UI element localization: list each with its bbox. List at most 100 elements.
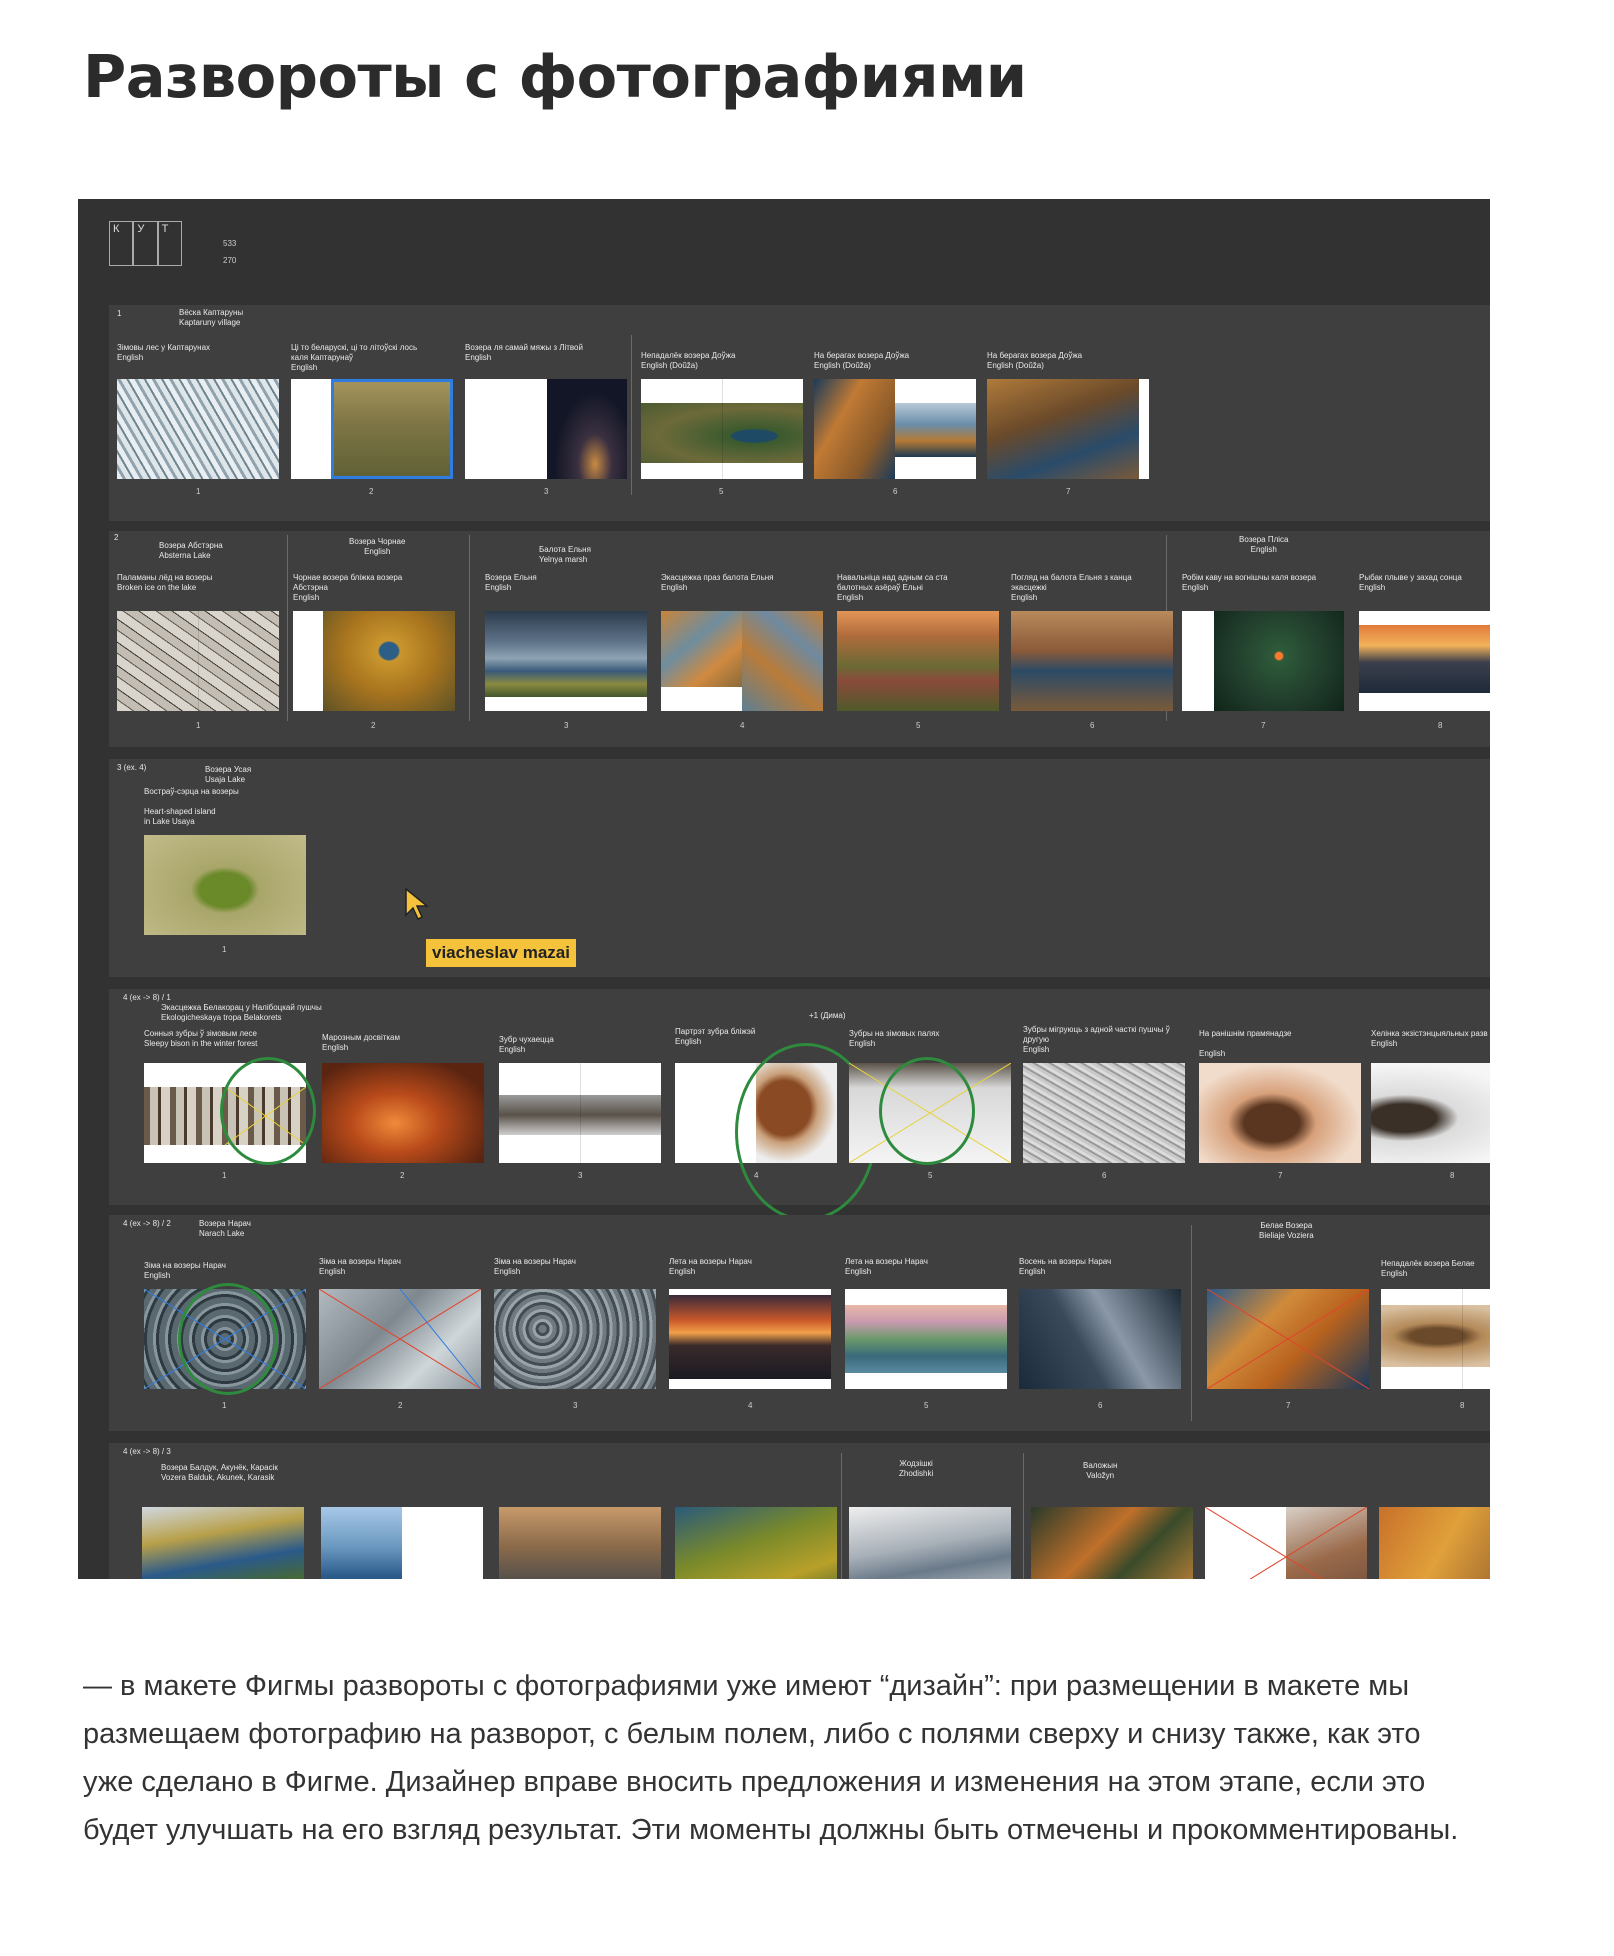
photo-spread[interactable]	[1031, 1507, 1193, 1579]
spread-caption: Хелінка экзістэнцыяльных разв English	[1371, 1029, 1488, 1048]
spread-section-2[interactable]: 2 Возера Абстэрна Absterna Lake Возера Ч…	[109, 531, 1490, 747]
section-label: 4 (ex -> 8) / 3	[123, 1447, 171, 1456]
group-divider	[287, 535, 288, 721]
page-number: 7	[1261, 721, 1266, 730]
page-number: 4	[740, 721, 745, 730]
group-divider	[469, 535, 470, 721]
review-circle	[178, 1283, 278, 1395]
spread-caption: Марозным досвіткам English	[322, 1033, 401, 1052]
page-number: 1	[196, 487, 201, 496]
page-number: 1	[196, 721, 201, 730]
photo-spread[interactable]	[1381, 1289, 1490, 1389]
photo-thunderstorm	[837, 611, 999, 711]
spread-section-4[interactable]: 4 (ex -> 8) / 1 Экасцежка Белакорац у На…	[109, 989, 1490, 1221]
page-number: 3	[573, 1401, 578, 1410]
review-circle	[879, 1057, 975, 1165]
photo-spread[interactable]	[661, 611, 823, 711]
photo-summer-narach	[845, 1305, 1007, 1373]
photo-spread[interactable]	[465, 379, 627, 479]
spread-section-6[interactable]: 4 (ex -> 8) / 3 Возера Балдук, Акунёк, К…	[109, 1443, 1490, 1579]
photo-spread[interactable]	[1182, 611, 1344, 711]
spread-caption: Рыбак плыве у захад сонца English	[1359, 573, 1462, 592]
photo-spread[interactable]	[1205, 1507, 1367, 1579]
group-title: Возера Пліса English	[1239, 535, 1289, 554]
photo-fisherman-sunset	[1359, 625, 1490, 693]
rejected-cross	[1207, 1289, 1369, 1389]
group-title: Возера Чорнае English	[349, 537, 406, 556]
page-number: 5	[928, 1171, 933, 1180]
photo-spread[interactable]	[1011, 611, 1173, 711]
photo-near-white-lake	[1381, 1305, 1490, 1367]
photo-lake-shore	[814, 379, 895, 479]
selection-frame	[331, 379, 453, 479]
photo-spread[interactable]	[1359, 611, 1490, 711]
page-number: 8	[1460, 1401, 1465, 1410]
group-title: Валожын Valožyn	[1083, 1461, 1118, 1480]
photo-yelnya-lake	[485, 611, 647, 697]
photo-spread[interactable]	[675, 1507, 837, 1579]
kut-letter: У	[133, 221, 158, 266]
photo-lakes-aerial	[321, 1507, 402, 1579]
photo-spread[interactable]	[494, 1289, 656, 1389]
spread-caption: Партрэт зубра бліжэй English	[675, 1027, 756, 1046]
photo-spread[interactable]	[319, 1289, 481, 1389]
photo-spread[interactable]	[814, 379, 976, 479]
description-paragraph: — в макете Фигмы развороты с фотографиям…	[83, 1670, 1459, 1846]
group-title: Возера Абстэрна Absterna Lake	[159, 541, 223, 560]
photo-spread[interactable]	[1371, 1063, 1490, 1163]
spread-caption: Лета на возеры Нарач English	[669, 1257, 752, 1276]
photo-spread[interactable]	[837, 611, 999, 711]
spread-caption: Погляд на балота Ельня з канца экасцежкі…	[1011, 573, 1132, 602]
spread-section-5[interactable]: 4 (ex -> 8) / 2 Возера Нарач Narach Lake…	[109, 1215, 1490, 1431]
spread-caption: Зубры мігруюць з адной часткі пушчы ў др…	[1023, 1025, 1170, 1054]
photo-spread[interactable]	[641, 379, 803, 479]
photo-night-sky	[547, 379, 627, 479]
photo-lake-bridge	[987, 379, 1139, 479]
spread-section-3[interactable]: 3 (ex. 4) Возера Усая Usaja Lake Востраў…	[109, 759, 1490, 977]
photo-spread[interactable]	[117, 611, 279, 711]
photo-spread[interactable]	[845, 1289, 1007, 1389]
photo-spread[interactable]	[669, 1289, 831, 1389]
photo-spread[interactable]	[117, 379, 279, 479]
photo-spread[interactable]	[1379, 1507, 1490, 1579]
photo-spread[interactable]	[499, 1507, 661, 1579]
page-number: 6	[1090, 721, 1095, 730]
photo-spread[interactable]	[293, 611, 455, 711]
spread-fold	[1462, 1289, 1463, 1389]
group-divider	[1023, 1453, 1024, 1579]
photo-spread[interactable]	[849, 1507, 1011, 1579]
photo-yelnya-view	[1011, 611, 1173, 711]
photo-lakes-aerial	[499, 1507, 661, 1579]
photo-spread[interactable]	[322, 1063, 484, 1163]
review-circle	[220, 1057, 316, 1165]
photo-bison-migration	[1023, 1063, 1185, 1163]
photo-boardwalk	[661, 611, 742, 687]
photo-spread[interactable]	[987, 379, 1149, 479]
photo-spread[interactable]	[142, 1507, 304, 1579]
photo-spread[interactable]	[144, 835, 306, 935]
photo-spread[interactable]	[1023, 1063, 1185, 1163]
photo-zhodishki	[849, 1507, 1011, 1579]
page-number: 2	[369, 487, 374, 496]
photo-spread[interactable]	[1207, 1289, 1369, 1389]
spread-section-1[interactable]: 1 Вёска Каптаруны Kaptaruny village Зімо…	[109, 305, 1490, 521]
photo-valozhyn	[1379, 1507, 1490, 1579]
photo-lakes-aerial	[142, 1507, 304, 1579]
figma-canvas[interactable]: К У Т 533 270 1 Вёска Каптаруны Kaptarun…	[78, 199, 1490, 1579]
spread-caption: Паламаны лёд на возеры Broken ice on the…	[117, 573, 213, 592]
photo-spread[interactable]	[1019, 1289, 1181, 1389]
photo-spread[interactable]	[291, 379, 453, 479]
photo-spread[interactable]	[1199, 1063, 1361, 1163]
spread-caption: Ці то беларускі, ці то літоўскі лось кал…	[291, 343, 418, 372]
kut-logo: К У Т	[109, 221, 182, 266]
spread-caption: Непадалёк возера Доўжа English (Doŭža)	[641, 351, 736, 370]
photo-spread[interactable]	[499, 1063, 661, 1163]
spread-fold	[722, 379, 723, 479]
photo-lake-shore	[895, 403, 976, 457]
spread-caption: Зімовы лес у Каптарунах English	[117, 343, 211, 362]
spread-caption: Экасцежка праз балота Ельня English	[661, 573, 774, 592]
page-number: 2	[400, 1171, 405, 1180]
group-title: Балота Ельня Yelnya marsh	[539, 545, 591, 564]
photo-spread[interactable]	[485, 611, 647, 711]
photo-spread[interactable]	[321, 1507, 483, 1579]
